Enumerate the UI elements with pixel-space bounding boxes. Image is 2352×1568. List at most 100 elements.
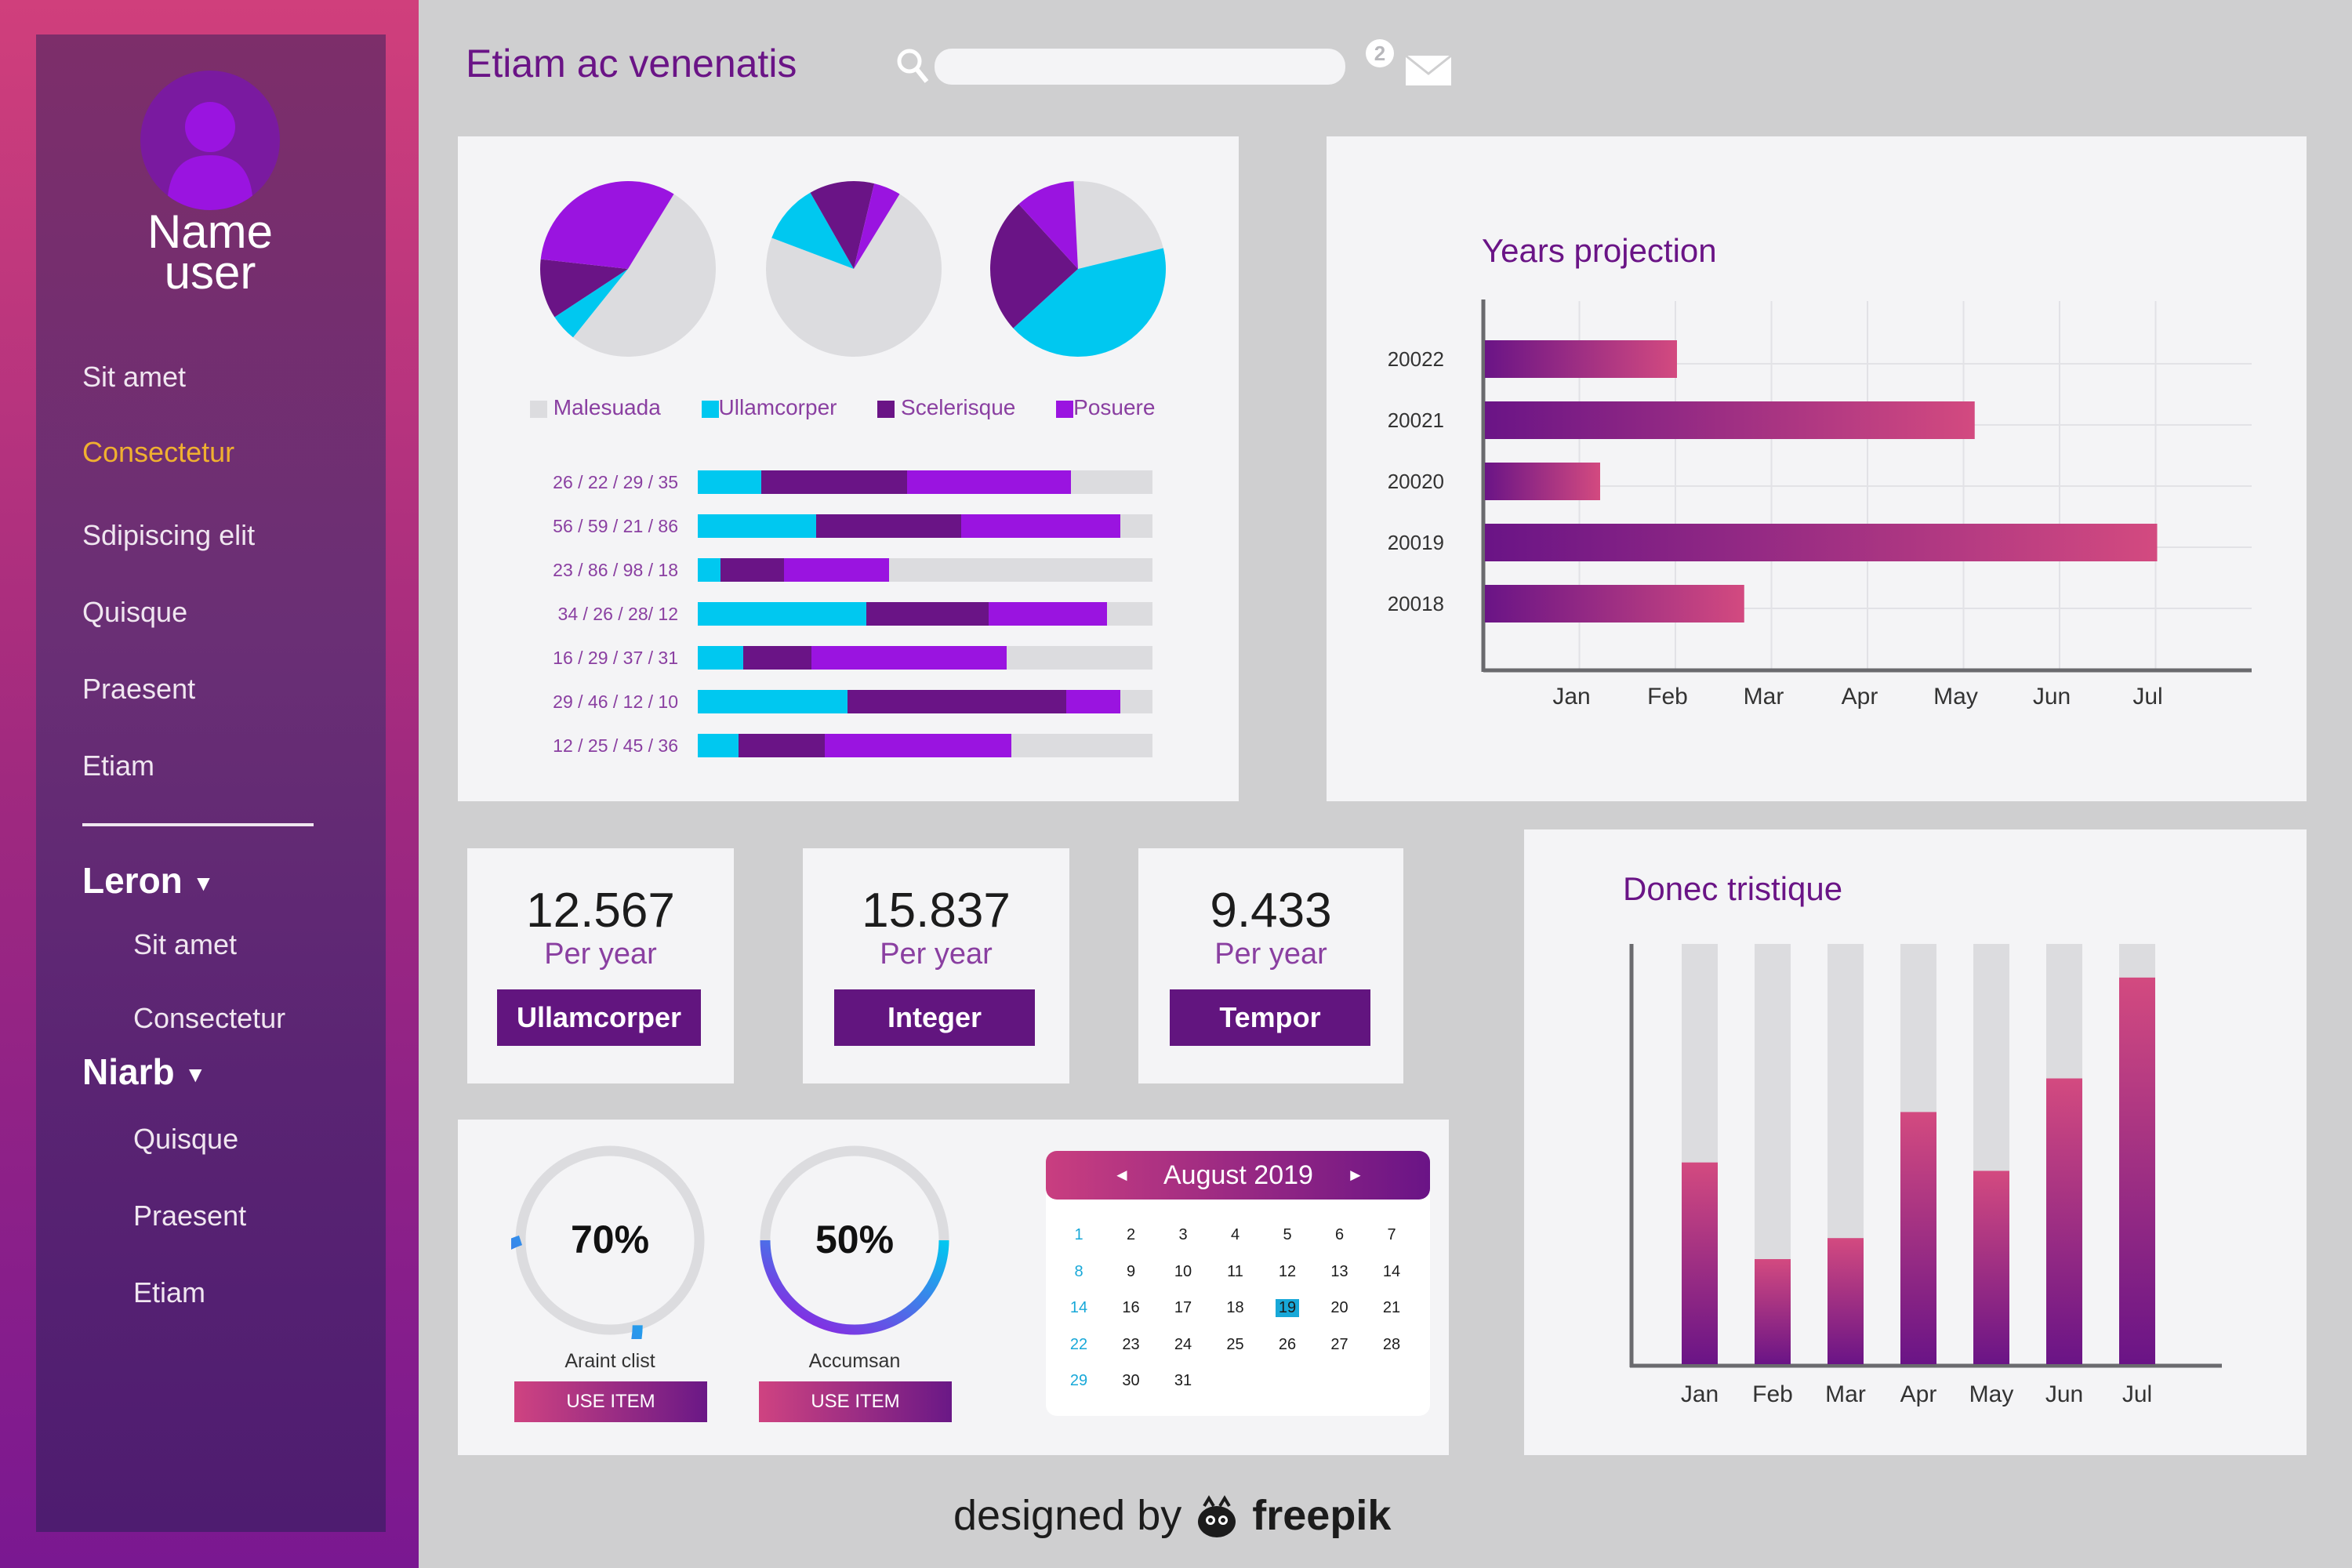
stacked-segment	[743, 646, 811, 670]
bar	[1828, 1238, 1864, 1364]
calendar-day[interactable]: 16	[1116, 1299, 1147, 1317]
pie-chart-2	[766, 181, 942, 357]
x-tick-label: Feb	[1752, 1381, 1793, 1407]
avatar[interactable]	[140, 71, 280, 210]
calendar-day[interactable]: 19	[1276, 1299, 1299, 1317]
calendar-day[interactable]: 21	[1376, 1299, 1407, 1317]
stacked-segment	[698, 602, 866, 626]
calendar-day[interactable]: 13	[1324, 1263, 1356, 1281]
sidebar-item-sdipiscing-elit[interactable]: Sdipiscing elit	[82, 519, 255, 552]
sidebar-subitem-praesent[interactable]: Praesent	[133, 1200, 246, 1232]
calendar-day[interactable]: 18	[1220, 1299, 1251, 1317]
legend-label: Malesuada	[553, 395, 661, 419]
calendar-day[interactable]: 17	[1167, 1299, 1199, 1317]
stacked-segment	[698, 514, 816, 538]
stacked-segment	[784, 558, 889, 582]
calendar-prev-button[interactable]: ◄	[1113, 1165, 1131, 1185]
x-tick-label: Apr	[1842, 684, 1878, 710]
stacked-segment	[815, 514, 962, 538]
calendar-day[interactable]: 3	[1167, 1226, 1199, 1244]
calendar-day[interactable]: 23	[1116, 1336, 1147, 1354]
calendar-day[interactable]: 31	[1167, 1372, 1199, 1390]
sidebar-item-consectetur[interactable]: Consectetur	[82, 436, 234, 469]
stacked-row-label: 16 / 29 / 37 / 31	[553, 648, 678, 668]
x-tick-label: May	[1933, 684, 1978, 710]
integer-button[interactable]: Integer	[834, 989, 1035, 1046]
sidebar-item-sit-amet[interactable]: Sit amet	[82, 361, 186, 394]
calendar-day[interactable]: 22	[1063, 1336, 1094, 1354]
calendar-day[interactable]: 30	[1116, 1372, 1147, 1390]
mail-icon[interactable]	[1405, 55, 1452, 86]
x-tick-label: Jan	[1681, 1381, 1719, 1407]
calendar-day[interactable]: 10	[1167, 1263, 1199, 1281]
use-item-button[interactable]: USE ITEM	[759, 1381, 952, 1422]
stacked-segment	[989, 602, 1107, 626]
calendar-day[interactable]: 29	[1063, 1372, 1094, 1390]
stacked-segment	[1065, 690, 1121, 713]
sidebar-item-praesent[interactable]: Praesent	[82, 673, 195, 706]
calendar-day[interactable]: 20	[1324, 1299, 1356, 1317]
calendar-day[interactable]: 11	[1220, 1263, 1251, 1281]
stacked-segment	[906, 470, 1071, 494]
x-tick-label: Mar	[1744, 684, 1784, 710]
bar	[1682, 1162, 1718, 1364]
stacked-segment	[811, 646, 1007, 670]
user-name: Name user	[78, 209, 342, 299]
sidebar-item-etiam[interactable]: Etiam	[82, 750, 154, 782]
search-input[interactable]	[935, 49, 1345, 85]
gauge-label: Araint clist	[564, 1350, 655, 1372]
stacked-segment	[698, 690, 848, 713]
caret-down-icon: ▼	[192, 870, 215, 895]
stacked-row-label: 23 / 86 / 98 / 18	[553, 560, 678, 580]
bar	[2046, 1078, 2082, 1364]
group-leron-label: Leron	[82, 860, 183, 901]
stacked-row	[698, 602, 1152, 626]
calendar-day[interactable]: 5	[1272, 1226, 1303, 1244]
group-niarb-label: Niarb	[82, 1051, 175, 1092]
calendar-day[interactable]: 26	[1272, 1336, 1303, 1354]
calendar-day[interactable]: 8	[1063, 1263, 1094, 1281]
calendar-day[interactable]: 25	[1220, 1336, 1251, 1354]
calendar-day[interactable]: 9	[1116, 1263, 1147, 1281]
user-name-line2: user	[164, 246, 256, 299]
sidebar-subitem-sit-amet[interactable]: Sit amet	[133, 928, 237, 961]
use-item-button[interactable]: USE ITEM	[514, 1381, 707, 1422]
bar	[1485, 524, 2158, 561]
calendar-day[interactable]: 14	[1376, 1263, 1407, 1281]
stacked-row	[698, 558, 1152, 582]
calendar-day[interactable]: 27	[1324, 1336, 1356, 1354]
calendar-day[interactable]: 2	[1116, 1226, 1147, 1244]
sidebar-group-niarb[interactable]: Niarb ▼	[82, 1051, 206, 1093]
calendar-day[interactable]: 14	[1063, 1299, 1094, 1317]
search-icon[interactable]	[895, 47, 930, 85]
stat-value: 15.837	[862, 884, 1011, 938]
x-tick-label: Jan	[1552, 684, 1590, 710]
sidebar-subitem-consectetur[interactable]: Consectetur	[133, 1002, 285, 1035]
calendar-day[interactable]: 4	[1220, 1226, 1251, 1244]
stat-card-3: 9.433 Per year Tempor	[1138, 848, 1403, 1083]
bar	[1485, 401, 1975, 439]
calendar-day[interactable]: 28	[1376, 1336, 1407, 1354]
legend-posuere: Posuere	[1056, 395, 1155, 419]
y-tick-label: 20019	[1388, 531, 1444, 554]
sidebar-subitem-etiam[interactable]: Etiam	[133, 1276, 205, 1309]
calendar-day[interactable]: 7	[1376, 1226, 1407, 1244]
stat-value: 12.567	[526, 884, 675, 938]
ullamcorper-button[interactable]: Ullamcorper	[497, 989, 701, 1046]
gauge-value: 50%	[815, 1218, 895, 1261]
calendar-day[interactable]: 1	[1063, 1226, 1094, 1244]
bar	[1973, 1171, 2009, 1364]
sidebar-group-leron[interactable]: Leron ▼	[82, 859, 214, 902]
gauge-label: Accumsan	[808, 1350, 901, 1372]
calendar-day[interactable]: 24	[1167, 1336, 1199, 1354]
tempor-button[interactable]: Tempor	[1170, 989, 1370, 1046]
stacked-row	[698, 470, 1152, 494]
stacked-segment	[698, 646, 743, 670]
stacked-segment	[720, 558, 785, 582]
calendar-day[interactable]: 12	[1272, 1263, 1303, 1281]
calendar-next-button[interactable]: ►	[1347, 1165, 1364, 1185]
sidebar-item-quisque[interactable]: Quisque	[82, 596, 187, 629]
calendar-day[interactable]: 6	[1324, 1226, 1356, 1244]
bar	[1485, 340, 1677, 378]
sidebar-subitem-quisque[interactable]: Quisque	[133, 1123, 238, 1156]
